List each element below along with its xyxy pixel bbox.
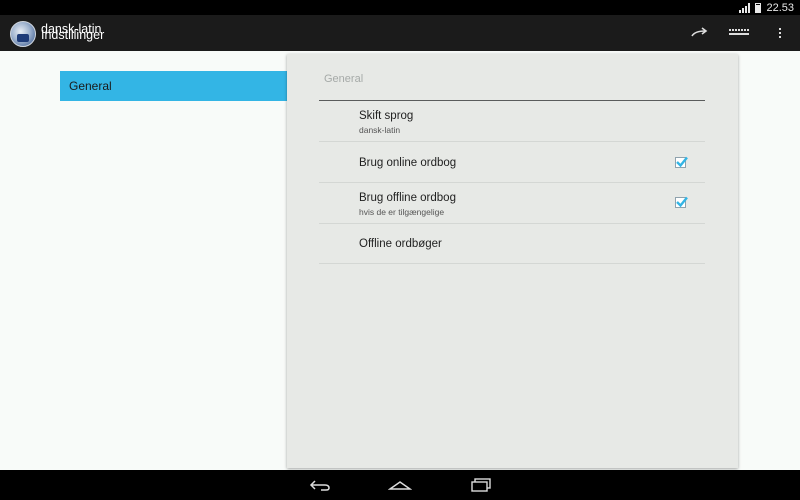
category-title: General — [324, 73, 364, 85]
pref-online-dictionary[interactable]: Brug online ordbog — [319, 142, 705, 183]
app-logo[interactable] — [10, 21, 36, 47]
preferences-panel: General Skift sprog dansk-latin Brug onl… — [287, 54, 738, 468]
home-icon[interactable] — [385, 475, 415, 495]
status-icons: 22.53 — [739, 1, 794, 14]
action-bar: Indstillinger dansk-latin — [0, 15, 800, 51]
header-item-label: General — [69, 79, 112, 93]
pref-title: Offline ordbøger — [359, 238, 442, 250]
status-bar: 22.53 — [0, 0, 800, 15]
pref-change-language[interactable]: Skift sprog dansk-latin — [319, 101, 705, 142]
header-item-general[interactable]: General — [60, 71, 287, 101]
pref-summary: hvis de er tilgængelige — [359, 207, 445, 217]
pref-summary: dansk-latin — [359, 125, 401, 135]
status-time: 22.53 — [766, 1, 794, 14]
navigation-bar — [0, 470, 800, 500]
pref-title: Skift sprog — [359, 110, 414, 122]
pref-offline-dictionaries[interactable]: Offline ordbøger — [319, 224, 705, 264]
pref-offline-dictionary[interactable]: Brug offline ordbog hvis de er tilgængel… — [319, 183, 705, 224]
app-title: dansk-latin — [41, 22, 102, 36]
keyboard-icon[interactable] — [728, 23, 750, 43]
settings-content: General General Skift sprog dansk-latin … — [0, 51, 800, 470]
pref-title: Brug online ordbog — [359, 157, 457, 169]
offline-dictionary-checkbox[interactable] — [675, 196, 688, 208]
online-dictionary-checkbox[interactable] — [675, 156, 688, 168]
battery-icon — [755, 2, 762, 13]
recent-apps-icon[interactable] — [466, 475, 496, 495]
overflow-menu-icon[interactable] — [769, 23, 791, 43]
pref-title: Brug offline ordbog — [359, 192, 456, 204]
signal-icon — [739, 2, 751, 13]
back-icon[interactable] — [305, 475, 335, 495]
share-icon[interactable] — [689, 23, 711, 43]
